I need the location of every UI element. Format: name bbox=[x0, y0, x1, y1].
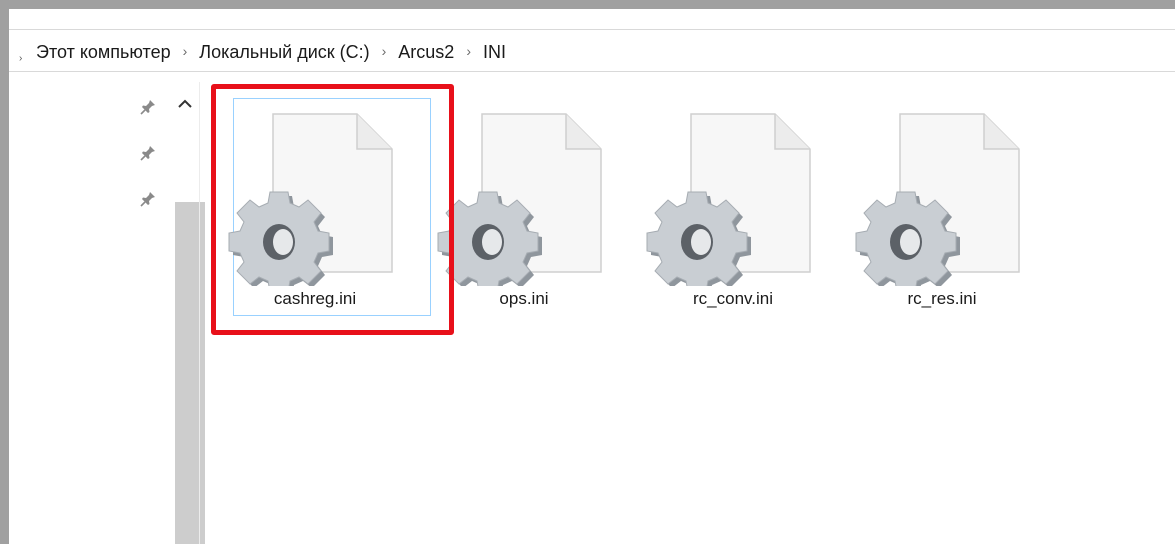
pin-icon[interactable] bbox=[139, 190, 157, 208]
file-item-rc-conv[interactable]: rc_conv.ini bbox=[633, 96, 833, 318]
nav-scrollbar-thumb[interactable] bbox=[175, 202, 205, 544]
ini-settings-file-icon bbox=[855, 113, 1020, 286]
breadcrumb-overflow-icon[interactable]: › bbox=[19, 53, 22, 64]
breadcrumb: Этот компьютер › Локальный диск (C:) › A… bbox=[36, 39, 506, 65]
file-name: rc_res.ini bbox=[907, 289, 977, 308]
red-highlight-annotation bbox=[211, 84, 454, 335]
address-bar[interactable]: › Этот компьютер › Локальный диск (C:) ›… bbox=[9, 9, 1175, 81]
file-item-rc-res[interactable]: rc_res.ini bbox=[842, 96, 1042, 318]
breadcrumb-item-local-disk[interactable]: Локальный диск (C:) bbox=[199, 42, 369, 63]
pane-divider bbox=[199, 82, 200, 544]
file-name: rc_conv.ini bbox=[693, 289, 773, 308]
breadcrumb-item-arcus2[interactable]: Arcus2 bbox=[398, 42, 454, 63]
breadcrumb-separator-icon[interactable]: › bbox=[183, 43, 188, 59]
address-bar-bottom-border bbox=[9, 71, 1175, 72]
window-frame-top bbox=[0, 0, 1175, 9]
window-frame-left bbox=[0, 0, 9, 544]
ini-settings-file-icon bbox=[646, 113, 811, 286]
ini-settings-file-icon bbox=[437, 113, 602, 286]
breadcrumb-separator-icon[interactable]: › bbox=[466, 43, 471, 59]
navigation-pane bbox=[9, 82, 205, 544]
pin-icon[interactable] bbox=[139, 98, 157, 116]
chevron-up-icon[interactable] bbox=[173, 94, 197, 114]
breadcrumb-item-this-pc[interactable]: Этот компьютер bbox=[36, 42, 171, 63]
breadcrumb-separator-icon[interactable]: › bbox=[382, 43, 387, 59]
address-bar-top-border bbox=[9, 29, 1175, 30]
file-name: ops.ini bbox=[499, 289, 549, 308]
pin-icon[interactable] bbox=[139, 144, 157, 162]
file-item-ops[interactable]: ops.ini bbox=[424, 96, 624, 318]
breadcrumb-item-ini[interactable]: INI bbox=[483, 42, 506, 63]
